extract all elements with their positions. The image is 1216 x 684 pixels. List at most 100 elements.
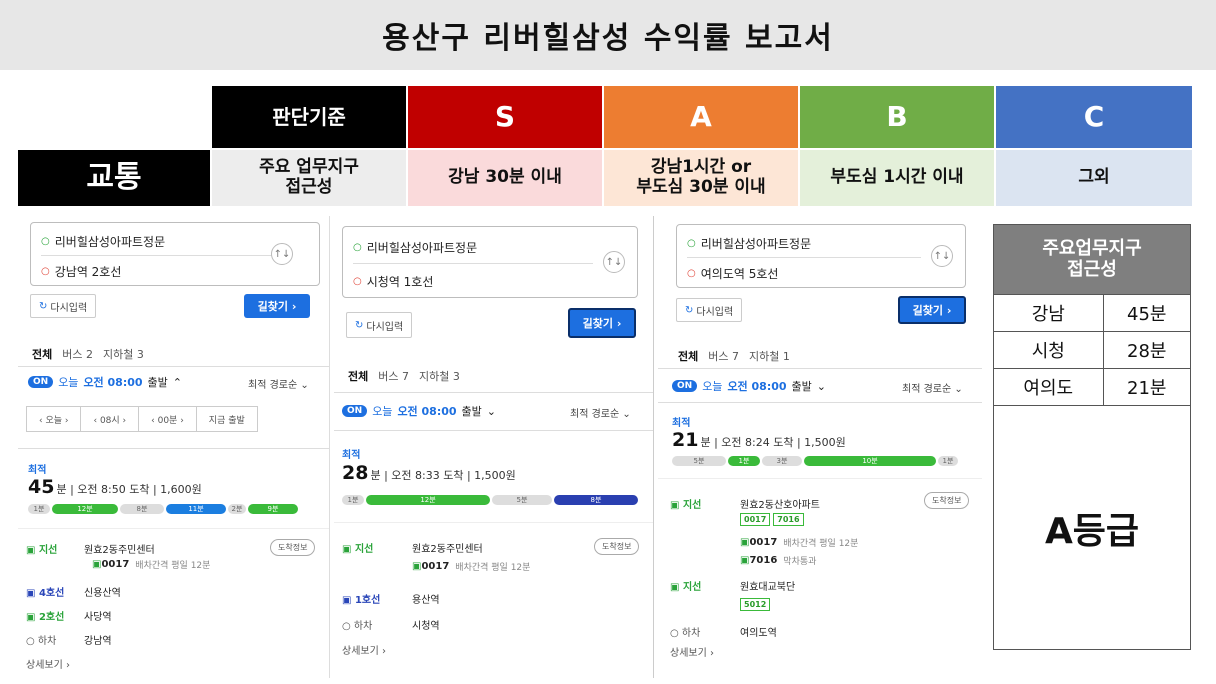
search-route-button[interactable]: 길찾기 › [568,308,636,338]
table-row: 시청 28분 [993,331,1192,369]
sort-select[interactable]: 최적 경로순 ⌄ [248,376,309,391]
subway-segment: 9분 [248,504,298,514]
exit-step-label: ○ 하차 [342,621,373,632]
grade-s-header: S [408,86,602,148]
transport-tabs: 전체 버스 7 지하철 1 [678,348,790,364]
detail-link[interactable]: 상세보기 › [26,656,70,671]
tab-all[interactable]: 전체 [32,346,52,362]
subway-segment: 11분 [166,504,226,514]
swap-icon[interactable]: ↑↓ [603,251,625,273]
day-select[interactable]: ‹ 오늘 › [27,407,82,431]
chevron-down-icon: ⌄ [486,404,496,418]
swap-icon[interactable]: ↑↓ [271,243,293,265]
grade-c-header: C [996,86,1192,148]
destination-field[interactable]: ○ 강남역 2호선 [41,263,121,280]
detail-link[interactable]: 상세보기 › [342,642,386,657]
origin-field[interactable]: ○ 리버힐삼성아파트정문 [353,239,477,256]
hour-select[interactable]: ‹ 08시 › [81,407,140,431]
route-panel-gangnam: ○ 리버힐삼성아파트정문 ○ 강남역 2호선 ↑↓ ↻ 다시입력 길찾기 › 전체 버… [18,216,330,678]
route-input-box: ○ 리버힐삼성아파트정문 ○ 시청역 1호선 ↑↓ [342,226,638,298]
walk-segment: 1분 [28,504,50,514]
grade-a-header: A [604,86,798,148]
swap-icon[interactable]: ↑↓ [931,245,953,267]
grade-c-desc: 그외 [996,150,1192,206]
walk-segment: 5분 [672,456,726,466]
route-step: ▣ 지선 원효2동주민센터 [26,541,155,556]
subway-step-label: ▣ 4호선 [26,588,65,599]
walk-segment: 3분 [762,456,802,466]
tab-all[interactable]: 전체 [678,348,698,364]
bus-detail: ▣ 0017 배차간격 평일 12분 [92,559,211,571]
minute-select[interactable]: ‹ 00분 › [139,407,197,431]
tab-subway[interactable]: 지하철 3 [103,346,144,362]
summary-header: 주요업무지구 접근성 [993,224,1191,295]
route-panel-yeouido: ○ 리버힐삼성아파트정문 ○ 여의도역 5호선 ↑↓ ↻ 다시입력 길찾기 › 전체 … [658,216,982,666]
origin-field[interactable]: ○ 리버힐삼성아파트정문 [687,235,811,252]
destination-field[interactable]: ○ 시청역 1호선 [353,273,433,290]
origin-dot-icon: ○ [687,238,696,249]
route-step: ▣ 2호선 사당역 [26,608,112,623]
subway-step-label: ▣ 1호선 [342,595,381,606]
depart-time-toggle[interactable]: ON 오늘 오전 08:00 출발 ⌄ [342,403,496,419]
search-route-button[interactable]: 길찾기 › [244,294,310,318]
time-selector: ‹ 오늘 › ‹ 08시 › ‹ 00분 › 지금 출발 [26,406,258,432]
route-step: ○ 하차 여의도역 [670,624,777,639]
refresh-icon: ↻ [355,319,364,331]
criteria-value: 주요 업무지구 접근성 [212,150,406,206]
route-input-box: ○ 리버힐삼성아파트정문 ○ 강남역 2호선 ↑↓ [30,222,320,286]
tab-bus[interactable]: 버스 2 [62,346,93,362]
route-duration: 28 분 | 오전 8:33 도착 | 1,500원 [342,462,516,484]
bus-step-label: ▣ 지선 [670,582,702,593]
table-row: 여의도 21분 [993,368,1192,406]
best-route-label: 최적 [342,450,361,461]
destination-dot-icon: ○ [687,268,696,279]
exit-step-label: ○ 하차 [26,636,57,647]
bus-tags: 5012 [740,598,773,611]
route-duration: 21 분 | 오전 8:24 도착 | 1,500원 [672,429,846,451]
tab-bus[interactable]: 버스 7 [378,368,409,384]
depart-time-toggle[interactable]: ON 오늘 오전 08:00 출발 ⌃ [28,374,182,390]
arrival-info-button[interactable]: 도착정보 [270,539,316,556]
tab-bus[interactable]: 버스 7 [708,348,739,364]
arrival-info-button[interactable]: 도착정보 [594,538,640,555]
reset-button[interactable]: ↻ 다시입력 [676,298,743,322]
tab-subway[interactable]: 지하철 3 [419,368,460,384]
sort-select[interactable]: 최적 경로순 ⌄ [570,405,631,420]
tab-all[interactable]: 전체 [348,368,368,384]
walk-segment: 2분 [228,504,246,514]
bus-segment: 12분 [52,504,118,514]
grade-b-header: B [800,86,994,148]
tab-subway[interactable]: 지하철 1 [749,348,790,364]
reset-button[interactable]: ↻ 다시입력 [346,312,413,338]
route-timeline: 5분 1분 3분 10분 1분 [672,455,972,467]
route-step: ▣ 1호선 용산역 [342,591,440,606]
walk-segment: 8분 [120,504,164,514]
bus-step-label: ▣ 지선 [26,545,58,556]
destination-field[interactable]: ○ 여의도역 5호선 [687,265,778,282]
route-input-box: ○ 리버힐삼성아파트정문 ○ 여의도역 5호선 ↑↓ [676,224,966,288]
chevron-down-icon: ⌄ [816,379,826,393]
best-route-label: 최적 [28,465,47,476]
refresh-icon: ↻ [39,300,48,312]
transport-tabs: 전체 버스 2 지하철 3 [32,346,144,362]
search-route-button[interactable]: 길찾기 › [898,296,966,324]
bus-segment: 10분 [804,456,936,466]
route-step: ▣ 4호선 신용산역 [26,584,121,599]
route-step: ○ 하차 시청역 [342,617,440,632]
bus-step-label: ▣ 지선 [670,500,702,511]
origin-field[interactable]: ○ 리버힐삼성아파트정문 [41,233,165,250]
depart-now-button[interactable]: 지금 출발 [197,407,257,431]
transport-tabs: 전체 버스 7 지하철 3 [348,368,460,384]
reset-button[interactable]: ↻ 다시입력 [30,294,97,318]
depart-time-toggle[interactable]: ON 오늘 오전 08:00 출발 ⌄ [672,378,826,394]
bus-tags: 0017 7016 [740,513,807,526]
bus-detail: ▣ 7016 막차통과 [740,555,817,567]
grade-a-desc: 강남1시간 or 부도심 30분 이내 [604,150,798,206]
route-timeline: 1분 12분 5분 8분 [342,494,642,506]
exit-step-label: ○ 하차 [670,628,701,639]
arrival-info-button[interactable]: 도착정보 [924,492,970,509]
detail-link[interactable]: 상세보기 › [670,644,714,659]
sort-select[interactable]: 최적 경로순 ⌄ [902,380,963,395]
walk-segment: 1분 [342,495,364,505]
bus-detail: ▣ 0017 배차간격 평일 12분 [412,561,531,573]
